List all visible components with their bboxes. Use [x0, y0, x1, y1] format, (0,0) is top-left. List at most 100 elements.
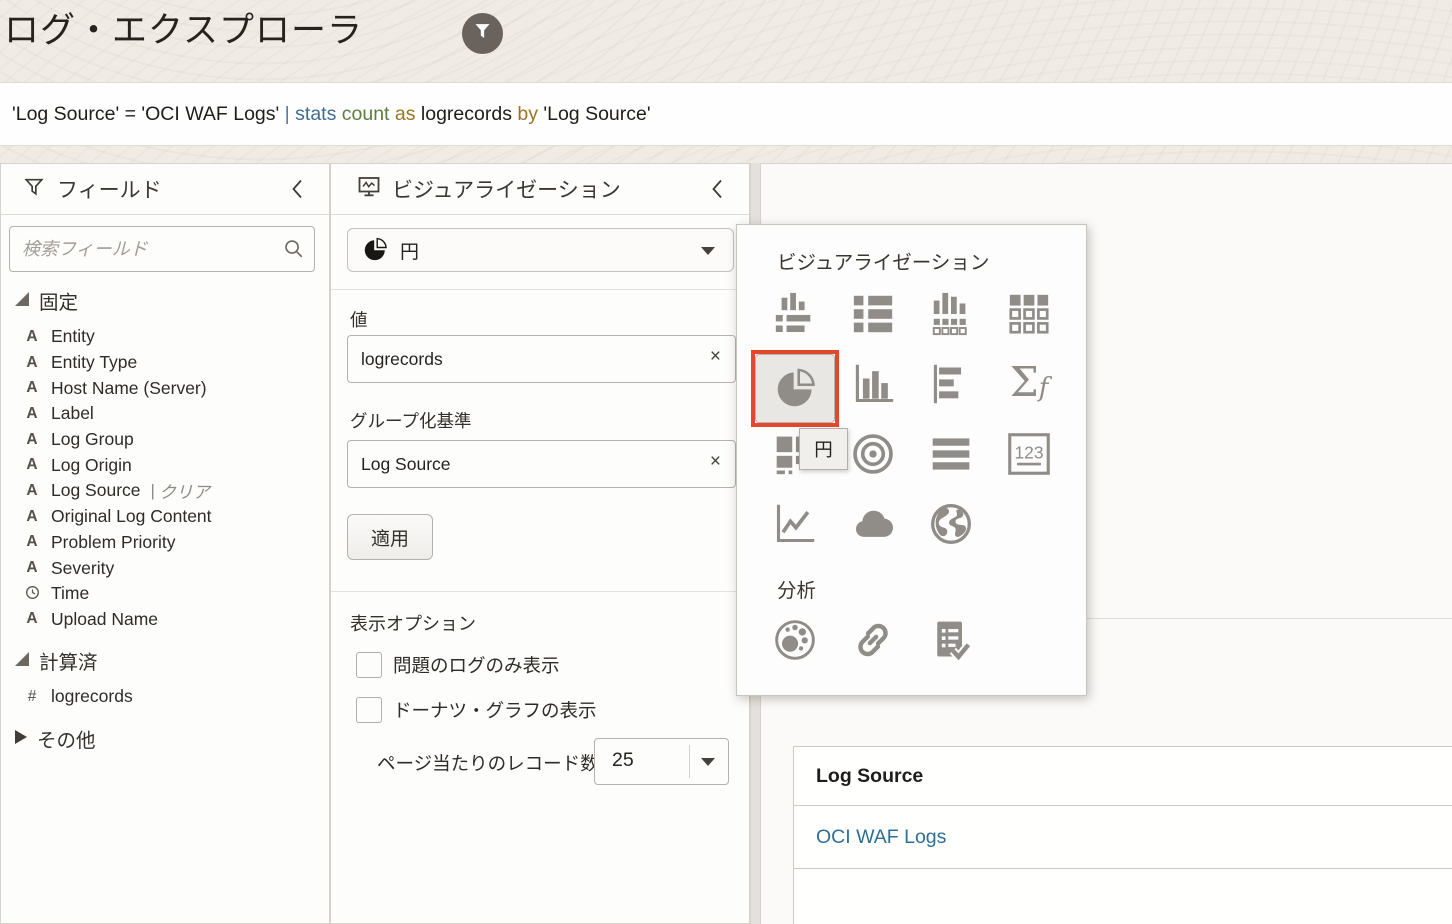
histogram-with-table-icon[interactable]: [927, 290, 975, 338]
section-expanded-icon: [15, 289, 29, 312]
link-analysis-icon[interactable]: [849, 616, 897, 664]
field-item[interactable]: ASeverity: [1, 555, 331, 581]
summary-table-icon[interactable]: Σf: [1005, 358, 1053, 406]
field-search: [9, 226, 315, 272]
section-other-fields[interactable]: その他: [15, 724, 96, 753]
visualization-panel-header: ビジュアライゼーション: [331, 164, 749, 215]
field-item[interactable]: AEntity: [1, 324, 331, 350]
group-by-field-input[interactable]: [348, 441, 691, 487]
chart-type-dropdown[interactable]: 円: [347, 228, 734, 272]
chart-type-selected-label: 円: [400, 237, 419, 264]
section-computed-fields[interactable]: 計算済: [15, 646, 98, 675]
section-label: 計算済: [39, 646, 98, 675]
string-field-icon: A: [23, 482, 41, 500]
visualization-picker-popup: ビジュアライゼーション Σf 123: [736, 224, 1087, 696]
pie-tooltip: 円: [799, 428, 848, 470]
field-item[interactable]: AOriginal Log Content: [1, 504, 331, 530]
query-segment: 'Log Source': [543, 103, 650, 126]
bar-chart-icon[interactable]: [849, 360, 897, 408]
number-display-icon[interactable]: 123: [1005, 430, 1053, 478]
clear-field-link[interactable]: クリア: [159, 478, 210, 503]
string-field-icon: A: [23, 354, 41, 372]
grid-icon[interactable]: [1005, 290, 1053, 338]
value-field: ×: [347, 335, 736, 383]
fields-panel: フィールド 固定 AEntity AEntity Type AHost Name…: [0, 163, 330, 924]
collapse-fields-panel-icon[interactable]: [291, 179, 303, 204]
string-field-icon: A: [23, 379, 41, 397]
query-segment: |: [285, 103, 295, 126]
field-item[interactable]: AProblem Priority: [1, 530, 331, 556]
string-field-icon: A: [23, 508, 41, 526]
column-header-log-source: Log Source: [816, 765, 923, 788]
string-field-icon: A: [23, 559, 41, 577]
group-by-label: グループ化基準: [350, 408, 471, 433]
funnel-icon: [472, 21, 493, 47]
string-field-icon: A: [23, 533, 41, 551]
string-field-icon: A: [23, 456, 41, 474]
records-per-page-select[interactable]: 25: [594, 738, 729, 785]
checkbox-label: 問題のログのみ表示: [393, 652, 560, 678]
field-item[interactable]: AHost Name (Server): [1, 375, 331, 401]
field-item[interactable]: ALog Origin: [1, 452, 331, 478]
popup-title: ビジュアライゼーション: [777, 246, 989, 275]
checkbox-show-problem-logs[interactable]: [356, 652, 382, 678]
section-label: 固定: [39, 286, 78, 315]
map-icon[interactable]: [927, 500, 975, 548]
clear-value-icon[interactable]: ×: [710, 346, 721, 368]
query-segment: stats: [295, 103, 342, 126]
field-item[interactable]: AUpload Name: [1, 607, 331, 633]
checkbox-show-donut-chart[interactable]: [356, 697, 382, 723]
word-cloud-icon[interactable]: [849, 500, 897, 548]
records-per-page-value: 25: [612, 749, 634, 772]
collapse-visualization-panel-icon[interactable]: [711, 179, 723, 204]
query-segment: count: [342, 103, 395, 126]
query-segment: as: [395, 103, 421, 126]
visualization-panel-title: ビジュアライゼーション: [392, 174, 621, 204]
visualization-panel: ビジュアライゼーション 円 値 × グループ化基準 × 適用 表示オプション 問…: [330, 163, 750, 924]
string-field-icon: A: [23, 610, 41, 628]
log-source-link[interactable]: OCI WAF Logs: [816, 826, 946, 849]
horizontal-bar-chart-icon[interactable]: [927, 360, 975, 408]
value-label: 値: [350, 307, 368, 332]
monitor-chart-icon: [357, 175, 381, 204]
clear-group-by-icon[interactable]: ×: [710, 451, 721, 473]
analysis-section-label: 分析: [777, 574, 816, 603]
field-list: AEntity AEntity Type AHost Name (Server)…: [1, 324, 331, 632]
apply-button[interactable]: 適用: [347, 514, 433, 560]
pie-chart-icon-selected[interactable]: [751, 350, 839, 427]
target-icon[interactable]: [849, 430, 897, 478]
field-item-log-source[interactable]: A Log Source | クリア: [1, 478, 331, 504]
records-per-page-label: ページ当たりのレコード数: [377, 750, 599, 776]
section-label: その他: [37, 724, 96, 753]
table-icon[interactable]: [849, 290, 897, 338]
query-input[interactable]: 'Log Source' = 'OCI WAF Logs' | stats co…: [0, 82, 1452, 146]
divider: [689, 745, 690, 778]
checkbox-label: ドーナツ・グラフの表示: [393, 697, 597, 723]
field-item[interactable]: ALabel: [1, 401, 331, 427]
fields-panel-title: フィールド: [57, 174, 162, 204]
option-show-donut: ドーナツ・グラフの表示: [356, 697, 597, 723]
field-search-input[interactable]: [9, 226, 315, 272]
line-chart-icon[interactable]: [771, 500, 819, 548]
field-item[interactable]: AEntity Type: [1, 350, 331, 376]
global-filter-button[interactable]: [462, 13, 503, 54]
records-with-histogram-icon[interactable]: [771, 290, 819, 338]
chevron-down-icon: [701, 758, 715, 766]
value-field-input[interactable]: [348, 336, 691, 382]
group-by-field: ×: [347, 440, 736, 488]
stacked-bars-icon[interactable]: [927, 430, 975, 478]
field-item[interactable]: ALog Group: [1, 427, 331, 453]
string-field-icon: A: [23, 328, 41, 346]
field-item-time[interactable]: Time: [1, 581, 331, 607]
svg-text:123: 123: [1014, 443, 1043, 463]
table-row-empty: [794, 869, 1452, 924]
section-expanded-icon: [15, 649, 29, 672]
cluster-icon[interactable]: [771, 616, 819, 664]
field-item-logrecords[interactable]: # logrecords: [1, 684, 331, 710]
divider: [331, 289, 749, 290]
query-segment: 'Log Source' = 'OCI WAF Logs': [12, 103, 285, 126]
query-segment: by: [517, 103, 543, 126]
section-fixed-fields[interactable]: 固定: [15, 286, 78, 315]
log-report-icon[interactable]: [927, 616, 975, 664]
page-title: ログ・エクスプローラ: [4, 2, 363, 53]
